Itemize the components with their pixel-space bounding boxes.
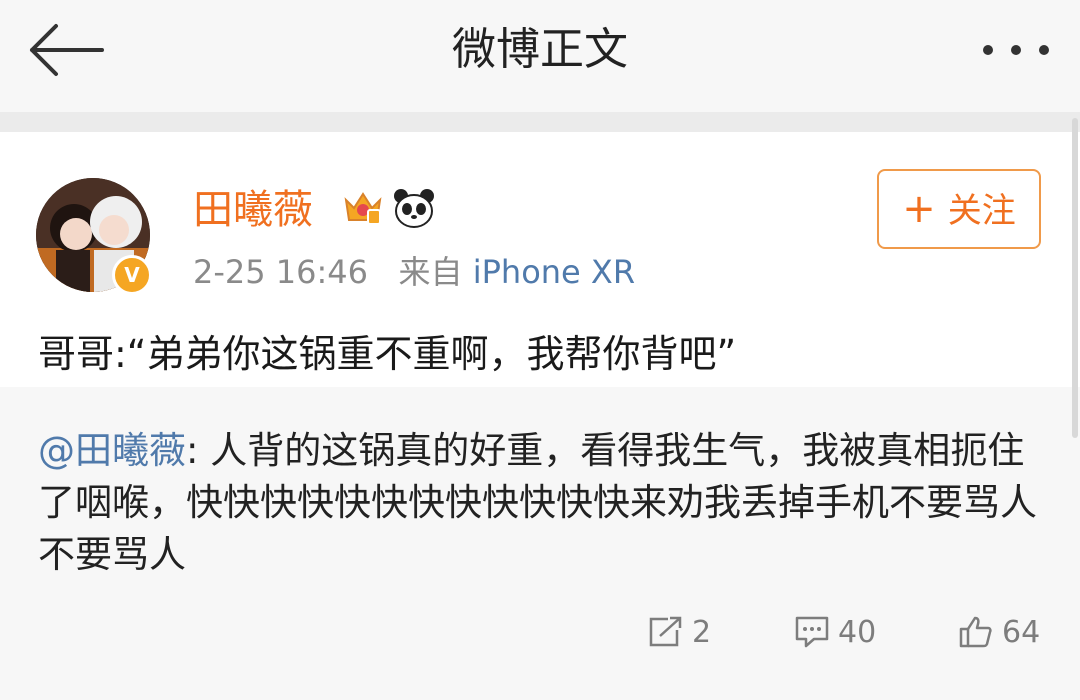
share-button[interactable]: 2 — [648, 607, 711, 657]
like-count: 64 — [1002, 614, 1041, 650]
comment-button[interactable]: 40 — [794, 607, 876, 657]
share-icon — [649, 616, 682, 647]
follow-label: 关注 — [947, 191, 1016, 231]
section-divider — [0, 112, 1080, 132]
verified-badge: V — [112, 255, 152, 295]
more-button[interactable] — [976, 30, 1056, 70]
panda-icon — [394, 189, 434, 228]
post-content: 哥哥:“弟弟你这锅重不重啊，我帮你背吧” — [38, 332, 737, 376]
comment-count: 40 — [838, 614, 877, 650]
author-name[interactable]: 田曦薇 — [193, 184, 313, 236]
top-nav-bar: 微博正文 — [0, 0, 1080, 112]
comment-icon — [795, 616, 829, 648]
post-card: V 田曦薇 2-25 16:46 来自 iPhone XR + 关注 哥哥:“弟弟… — [0, 132, 1080, 387]
repost-text: @田曦薇: 人背的这锅真的好重，看得我生气，我被真相扼住了咽喉，快快快快快快快快… — [38, 425, 1048, 581]
action-bar: 2 40 64 — [0, 607, 1080, 657]
post-time: 2-25 16:46 — [193, 253, 369, 291]
source-prefix: 来自 — [398, 253, 463, 291]
post-source[interactable]: iPhone XR — [473, 253, 635, 291]
like-button[interactable]: 64 — [958, 607, 1040, 657]
repost-colon: : — [186, 429, 211, 472]
scrollbar[interactable] — [1072, 118, 1078, 438]
thumbs-up-icon — [959, 616, 992, 648]
crown-icon — [344, 192, 382, 225]
follow-button[interactable]: + 关注 — [877, 169, 1041, 249]
plus-icon: + — [902, 186, 936, 232]
share-count: 2 — [692, 614, 712, 650]
mention-link[interactable]: @田曦薇 — [38, 429, 186, 472]
post-meta: 2-25 16:46 来自 iPhone XR — [193, 250, 635, 294]
more-dots-icon — [983, 45, 1049, 55]
repost-section: @田曦薇: 人背的这锅真的好重，看得我生气，我被真相扼住了咽喉，快快快快快快快快… — [0, 387, 1080, 700]
page-title: 微博正文 — [452, 24, 628, 75]
